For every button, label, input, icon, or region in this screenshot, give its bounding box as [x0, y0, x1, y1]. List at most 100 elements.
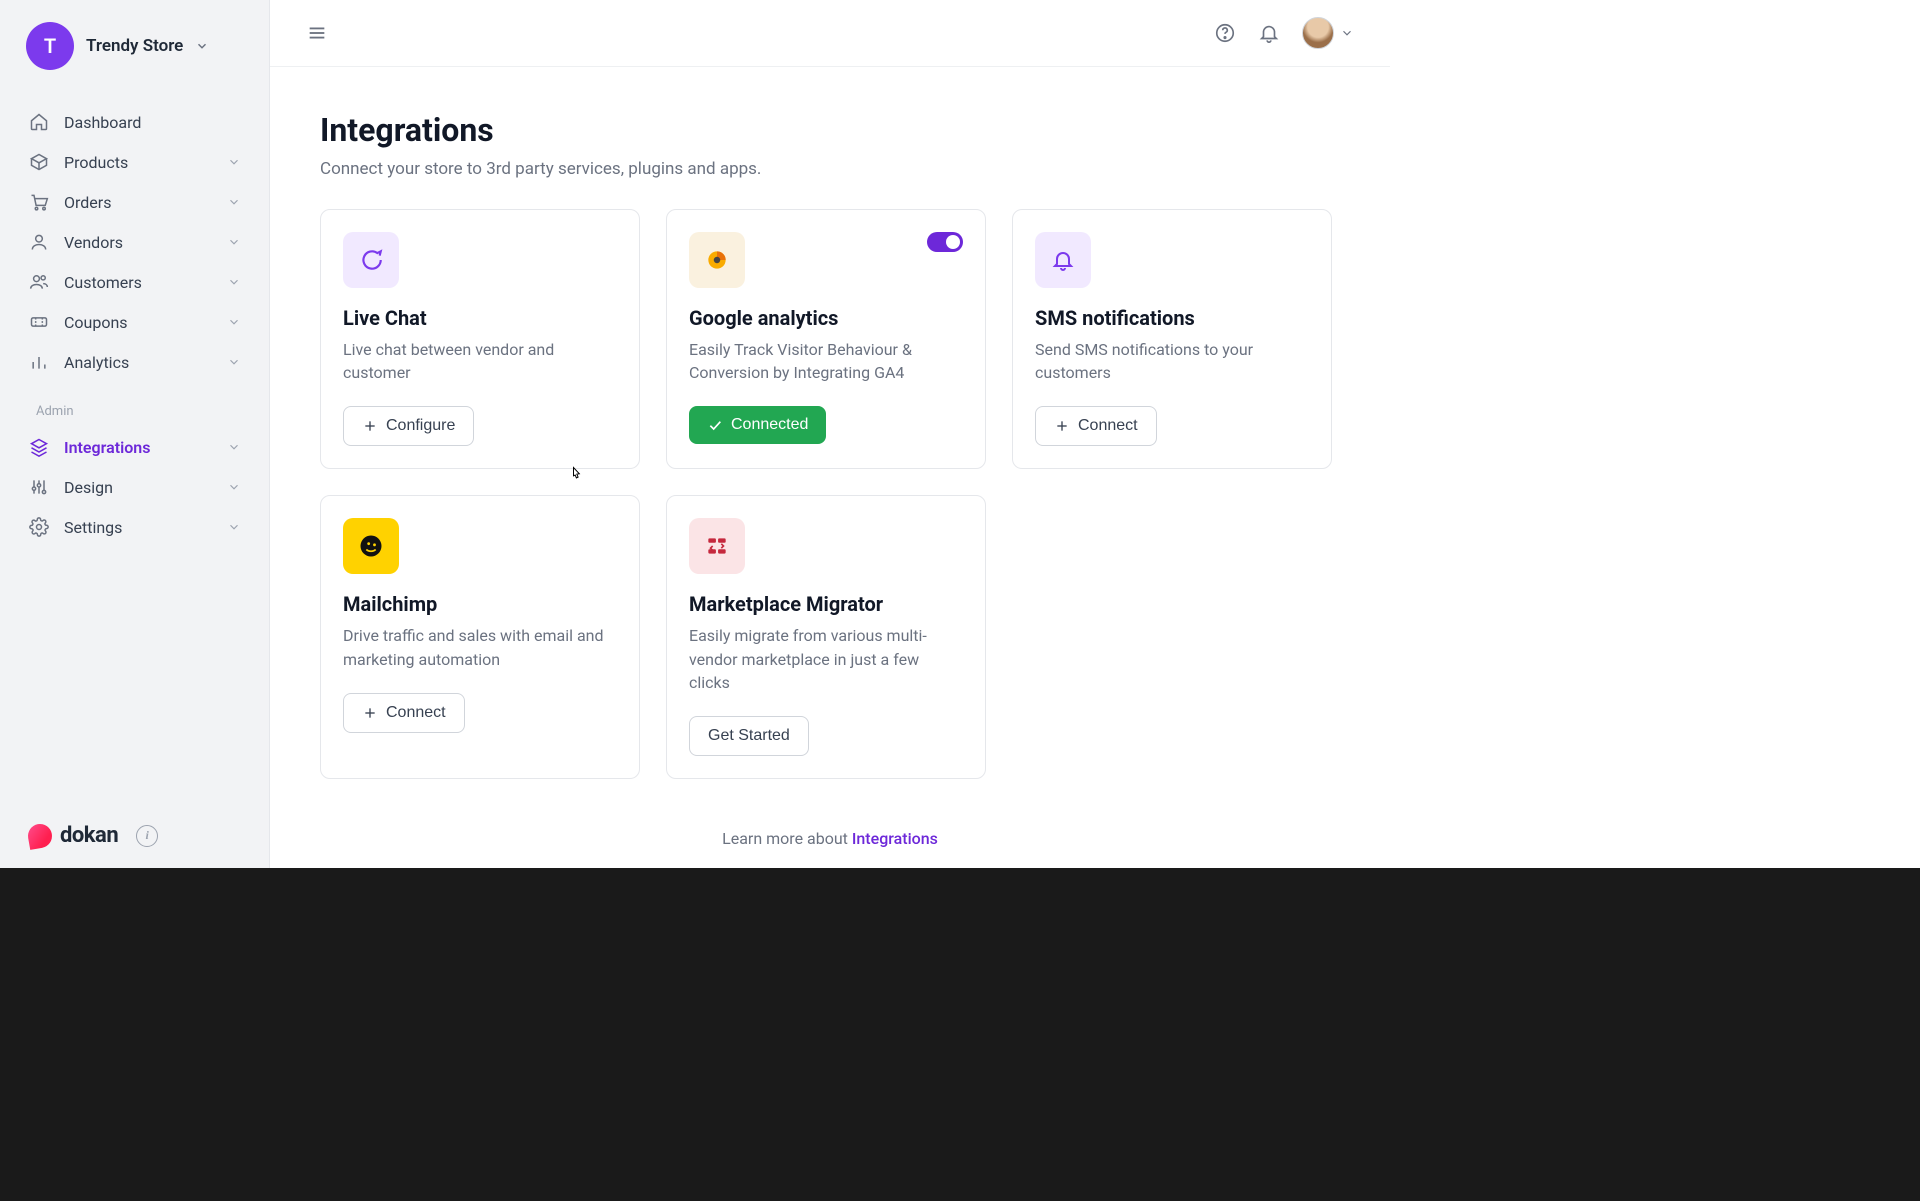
gear-icon: [28, 517, 50, 537]
card-sms: SMS notifications Send SMS notifications…: [1012, 209, 1332, 469]
card-desc: Live chat between vendor and customer: [343, 338, 617, 384]
card-title: Marketplace Migrator: [689, 592, 963, 616]
page-title: Integrations: [320, 111, 1340, 149]
sidebar-item-label: Coupons: [64, 313, 128, 332]
sidebar-item-vendors[interactable]: Vendors: [8, 222, 261, 262]
check-icon: [707, 417, 723, 433]
sidebar-item-label: Dashboard: [64, 113, 141, 132]
store-avatar: T: [26, 22, 74, 70]
box-icon: [28, 152, 50, 172]
content: Integrations Connect your store to 3rd p…: [270, 67, 1390, 868]
connected-button[interactable]: Connected: [689, 406, 826, 444]
connect-button[interactable]: Connect: [343, 693, 465, 733]
cart-icon: [28, 192, 50, 212]
chat-icon: [343, 232, 399, 288]
sidebar-footer: dokan i: [28, 823, 158, 848]
get-started-button[interactable]: Get Started: [689, 716, 809, 756]
sidebar-item-analytics[interactable]: Analytics: [8, 342, 261, 382]
card-desc: Easily Track Visitor Behaviour & Convers…: [689, 338, 963, 384]
sidebar-item-design[interactable]: Design: [8, 467, 261, 507]
configure-button[interactable]: Configure: [343, 406, 474, 446]
plus-icon: [362, 705, 378, 721]
migrate-icon: [689, 518, 745, 574]
brand-text: dokan: [60, 823, 118, 848]
home-icon: [28, 112, 50, 132]
page-subtitle: Connect your store to 3rd party services…: [320, 159, 1340, 179]
topbar: [270, 0, 1390, 67]
chevron-down-icon: [227, 355, 241, 369]
card-google-analytics: Google analytics Easily Track Visitor Be…: [666, 209, 986, 469]
sidebar-item-label: Products: [64, 153, 128, 172]
learn-more-link[interactable]: Integrations: [852, 829, 938, 848]
card-migrator: Marketplace Migrator Easily migrate from…: [666, 495, 986, 779]
user-menu[interactable]: [1302, 17, 1354, 49]
chevron-down-icon: [227, 195, 241, 209]
help-icon[interactable]: [1214, 22, 1236, 44]
sidebar-item-coupons[interactable]: Coupons: [8, 302, 261, 342]
card-mailchimp: Mailchimp Drive traffic and sales with e…: [320, 495, 640, 779]
brand-logo[interactable]: dokan: [28, 823, 118, 848]
learn-more-prefix: Learn more about: [722, 829, 852, 848]
chevron-down-icon: [227, 315, 241, 329]
chevron-down-icon: [227, 235, 241, 249]
connect-button[interactable]: Connect: [1035, 406, 1157, 446]
button-label: Connect: [386, 704, 446, 722]
ticket-icon: [28, 312, 50, 332]
sidebar-item-integrations[interactable]: Integrations: [8, 427, 261, 467]
sidebar-item-label: Analytics: [64, 353, 129, 372]
card-title: Google analytics: [689, 306, 963, 330]
chevron-down-icon: [227, 520, 241, 534]
chevron-down-icon: [227, 480, 241, 494]
chevron-down-icon: [195, 39, 209, 53]
chevron-down-icon: [227, 440, 241, 454]
button-label: Configure: [386, 417, 455, 435]
mailchimp-icon: [343, 518, 399, 574]
learn-more: Learn more about Integrations: [320, 829, 1340, 848]
info-icon[interactable]: i: [136, 825, 158, 847]
sidebar-item-dashboard[interactable]: Dashboard: [8, 102, 261, 142]
sidebar-item-label: Integrations: [64, 438, 150, 457]
plus-icon: [1054, 418, 1070, 434]
bell-icon[interactable]: [1258, 22, 1280, 44]
users-icon: [28, 272, 50, 292]
toggle-switch[interactable]: [927, 232, 963, 252]
card-desc: Easily migrate from various multi-vendor…: [689, 624, 963, 694]
analytics-icon: [689, 232, 745, 288]
integrations-grid: Live Chat Live chat between vendor and c…: [320, 209, 1340, 779]
card-title: SMS notifications: [1035, 306, 1309, 330]
sidebar-item-label: Settings: [64, 518, 122, 537]
plus-icon: [362, 418, 378, 434]
button-label: Connect: [1078, 417, 1138, 435]
avatar: [1302, 17, 1334, 49]
sidebar-item-customers[interactable]: Customers: [8, 262, 261, 302]
card-live-chat: Live Chat Live chat between vendor and c…: [320, 209, 640, 469]
sidebar-item-label: Vendors: [64, 233, 123, 252]
card-desc: Drive traffic and sales with email and m…: [343, 624, 617, 670]
user-icon: [28, 232, 50, 252]
card-desc: Send SMS notifications to your customers: [1035, 338, 1309, 384]
button-label: Connected: [731, 416, 808, 434]
sidebar-item-orders[interactable]: Orders: [8, 182, 261, 222]
chevron-down-icon: [227, 155, 241, 169]
button-label: Get Started: [708, 727, 790, 745]
sidebar-item-label: Orders: [64, 193, 111, 212]
chevron-down-icon: [1340, 26, 1354, 40]
menu-toggle-icon[interactable]: [306, 22, 328, 44]
layers-icon: [28, 437, 50, 457]
sidebar-section-admin: Admin: [8, 382, 261, 427]
bar-chart-icon: [28, 352, 50, 372]
card-title: Live Chat: [343, 306, 617, 330]
main: Integrations Connect your store to 3rd p…: [270, 0, 1390, 868]
store-name: Trendy Store: [86, 36, 183, 56]
sidebar-item-label: Design: [64, 478, 113, 497]
chevron-down-icon: [227, 275, 241, 289]
card-title: Mailchimp: [343, 592, 617, 616]
sidebar-item-settings[interactable]: Settings: [8, 507, 261, 547]
window-letterbox: [0, 868, 1920, 1201]
sliders-icon: [28, 477, 50, 497]
brand-mark-icon: [26, 822, 54, 850]
sidebar-item-products[interactable]: Products: [8, 142, 261, 182]
bell-icon: [1035, 232, 1091, 288]
sidebar-item-label: Customers: [64, 273, 142, 292]
store-switcher[interactable]: T Trendy Store: [0, 0, 269, 92]
